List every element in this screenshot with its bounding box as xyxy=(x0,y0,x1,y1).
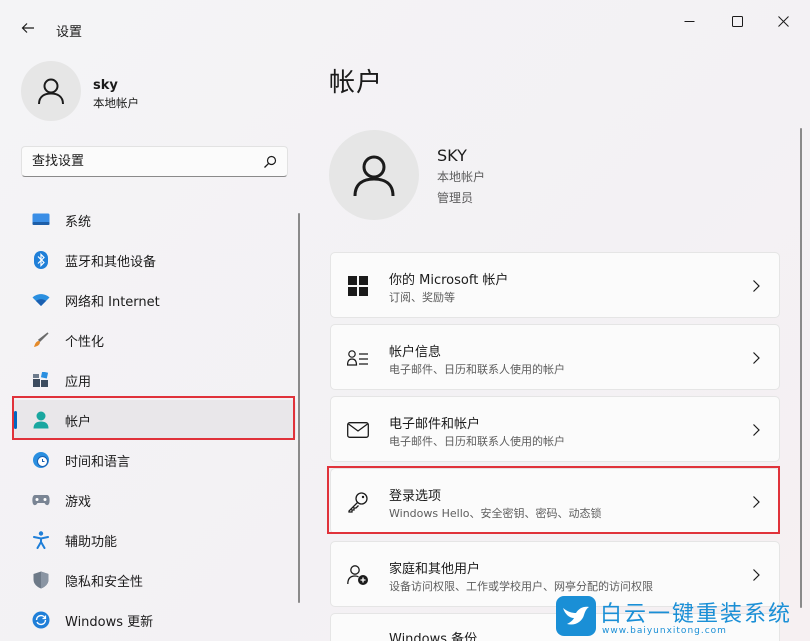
sidebar-item-label: 游戏 xyxy=(65,495,92,510)
maximize-button[interactable] xyxy=(714,4,760,38)
account-type: 本地帐户 xyxy=(437,170,486,184)
highlight-frame xyxy=(327,466,780,534)
sidebar-item-network[interactable]: 网络和 Internet xyxy=(12,280,296,320)
watermark-title: 白云一键重装系统 xyxy=(600,602,793,627)
card-title: 帐户信息 xyxy=(389,345,442,360)
sidebar-item-privacy[interactable]: 隐私和安全性 xyxy=(12,560,296,600)
sidebar-scrollbar[interactable] xyxy=(298,213,300,603)
card-subtitle: 电子邮件、日历和联系人使用的帐户 xyxy=(389,363,565,376)
person-icon xyxy=(38,78,64,105)
microsoft-logo-icon xyxy=(347,275,369,297)
account-role: 管理员 xyxy=(437,191,474,205)
chevron-right-icon xyxy=(753,424,760,436)
apps-icon xyxy=(32,371,50,389)
close-icon xyxy=(777,15,789,27)
sidebar-item-label: Windows 更新 xyxy=(65,615,154,630)
sidebar-item-label: 蓝牙和其他设备 xyxy=(65,255,157,270)
watermark-url: www.baiyunxitong.com xyxy=(602,626,727,636)
bluetooth-icon xyxy=(32,251,50,269)
card-microsoft-account[interactable]: 你的 Microsoft 帐户 订阅、奖励等 xyxy=(330,252,780,318)
chevron-right-icon xyxy=(753,352,760,364)
close-button[interactable] xyxy=(760,4,806,38)
update-icon xyxy=(32,611,50,629)
account-avatar[interactable] xyxy=(329,130,419,220)
chevron-right-icon xyxy=(753,569,760,581)
back-arrow-icon xyxy=(21,23,34,33)
mail-icon xyxy=(347,419,369,441)
search-box xyxy=(21,146,288,177)
shield-icon xyxy=(32,571,50,589)
wifi-icon xyxy=(32,291,50,309)
settings-window: 设置 sky 本地帐户 系统 xyxy=(0,0,810,641)
card-account-info[interactable]: 帐户信息 电子邮件、日历和联系人使用的帐户 xyxy=(330,324,780,390)
person-icon xyxy=(353,155,395,197)
sidebar-item-label: 应用 xyxy=(65,375,92,390)
monitor-icon xyxy=(32,211,50,229)
bird-logo-icon xyxy=(556,596,596,636)
sidebar-item-label: 隐私和安全性 xyxy=(65,575,144,590)
card-email-accounts[interactable]: 电子邮件和帐户 电子邮件、日历和联系人使用的帐户 xyxy=(330,396,780,462)
search-input[interactable] xyxy=(22,147,257,176)
sidebar-item-label: 时间和语言 xyxy=(65,455,131,470)
brush-icon xyxy=(32,331,50,349)
window-title: 设置 xyxy=(56,25,83,40)
sidebar-item-accessibility[interactable]: 辅助功能 xyxy=(12,520,296,560)
card-subtitle: 电子邮件、日历和联系人使用的帐户 xyxy=(389,435,565,448)
sidebar-item-windows-update[interactable]: Windows 更新 xyxy=(12,600,296,640)
account-name: SKY xyxy=(437,146,467,165)
search-icon[interactable] xyxy=(263,155,277,169)
title-bar: 设置 xyxy=(0,0,810,48)
sidebar-item-gaming[interactable]: 游戏 xyxy=(12,480,296,520)
sidebar-item-personalization[interactable]: 个性化 xyxy=(12,320,296,360)
minimize-icon xyxy=(684,20,694,22)
user-account-type: 本地帐户 xyxy=(93,96,139,110)
card-subtitle: 订阅、奖励等 xyxy=(389,291,455,304)
user-avatar[interactable] xyxy=(21,61,81,121)
sidebar-item-system[interactable]: 系统 xyxy=(12,200,296,240)
account-info-icon xyxy=(347,347,369,369)
sidebar-item-time-language[interactable]: 时间和语言 xyxy=(12,440,296,480)
sidebar-item-apps[interactable]: 应用 xyxy=(12,360,296,400)
watermark: 白云一键重装系统 www.baiyunxitong.com xyxy=(556,596,810,641)
minimize-button[interactable] xyxy=(666,4,712,38)
back-button[interactable] xyxy=(14,14,42,42)
globe-clock-icon xyxy=(32,451,50,469)
highlight-frame xyxy=(12,396,295,440)
card-title: 家庭和其他用户 xyxy=(389,562,481,577)
maximize-icon xyxy=(731,15,743,27)
family-icon xyxy=(347,564,369,586)
card-title: 你的 Microsoft 帐户 xyxy=(389,273,509,288)
chevron-right-icon xyxy=(753,280,760,292)
sidebar-item-bluetooth[interactable]: 蓝牙和其他设备 xyxy=(12,240,296,280)
sidebar-item-label: 辅助功能 xyxy=(65,535,118,550)
card-title: Windows 备份 xyxy=(389,632,478,641)
sidebar-item-label: 系统 xyxy=(65,215,92,230)
gamepad-icon xyxy=(32,491,50,509)
sidebar-item-label: 个性化 xyxy=(65,335,105,350)
user-name: sky xyxy=(93,78,118,93)
accessibility-icon xyxy=(32,531,50,549)
card-title: 电子邮件和帐户 xyxy=(389,417,481,432)
content-scrollbar[interactable] xyxy=(800,128,802,608)
page-title: 帐户 xyxy=(329,68,384,98)
sidebar-item-label: 网络和 Internet xyxy=(65,295,160,310)
card-subtitle: 设备访问权限、工作或学校用户、网亭分配的访问权限 xyxy=(389,580,653,593)
